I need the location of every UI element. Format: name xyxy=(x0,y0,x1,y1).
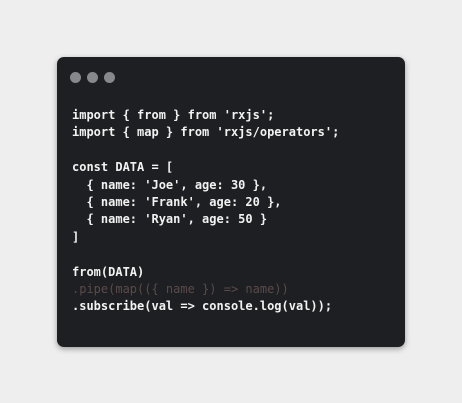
code-line-5: { name: 'Joe', age: 30 }, xyxy=(72,177,268,192)
close-button[interactable] xyxy=(70,72,81,83)
minimize-button[interactable] xyxy=(87,72,98,83)
code-line-6: { name: 'Frank', age: 20 }, xyxy=(72,194,282,209)
code-line-2: import { map } from 'rxjs/operators'; xyxy=(72,125,340,140)
zoom-button[interactable] xyxy=(104,72,115,83)
code-line-12: .subscribe(val => console.log(val)); xyxy=(72,299,333,314)
window-controls xyxy=(70,72,115,83)
code-line-4: const DATA = [ xyxy=(72,160,174,175)
code-line-1: import { from } from 'rxjs'; xyxy=(72,108,275,122)
code-line-7: { name: 'Ryan', age: 50 } xyxy=(72,212,268,227)
code-line-11: .pipe(map(({ name }) => name)) xyxy=(72,281,289,296)
code-line-10: from(DATA) xyxy=(72,264,145,279)
code-block: import { from } from 'rxjs'; import { map… xyxy=(72,107,339,316)
code-window: import { from } from 'rxjs'; import { map… xyxy=(57,57,405,347)
code-line-8: ] xyxy=(72,229,80,244)
